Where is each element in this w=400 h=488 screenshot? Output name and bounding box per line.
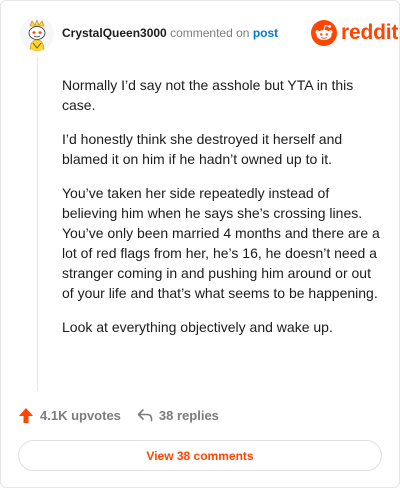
- comment-header: CrystalQueen3000 commented on post: [62, 26, 278, 40]
- view-comments-button[interactable]: View 38 comments: [18, 440, 382, 471]
- reddit-logo[interactable]: reddit: [311, 19, 398, 47]
- commented-on-text: commented on: [170, 26, 250, 40]
- replies-count: 38 replies: [158, 407, 219, 423]
- replies-button[interactable]: 38 replies: [137, 408, 219, 423]
- username-link[interactable]: CrystalQueen3000: [62, 26, 167, 40]
- upvote-button[interactable]: 4.1K upvotes: [18, 407, 121, 424]
- upvote-count: 4.1K upvotes: [40, 407, 121, 423]
- reddit-logo-icon: [311, 20, 337, 46]
- reddit-wordmark: reddit: [341, 21, 399, 44]
- view-comments-label: View 38 comments: [146, 448, 254, 463]
- comment-paragraph: You’ve taken her side repeatedly instead…: [62, 185, 380, 301]
- avatar-snoo-icon: [20, 17, 54, 51]
- comment-body: Normally I’d say not the asshole but YTA…: [62, 75, 382, 351]
- post-link[interactable]: post: [253, 26, 278, 40]
- comment-card: CrystalQueen3000 commented on post reddi…: [0, 0, 400, 488]
- upvote-arrow-icon: [19, 407, 33, 423]
- avatar[interactable]: [20, 17, 54, 51]
- comment-paragraph: Normally I’d say not the asshole but YTA…: [62, 77, 354, 113]
- reply-arrow-icon: [137, 409, 153, 422]
- comment-paragraph: Look at everything objectively and wake …: [62, 319, 333, 335]
- comment-actions: 4.1K upvotes 38 replies: [18, 405, 219, 425]
- thread-line[interactable]: [37, 57, 38, 391]
- comment-paragraph: I’d honestly think she destroyed it hers…: [62, 131, 343, 167]
